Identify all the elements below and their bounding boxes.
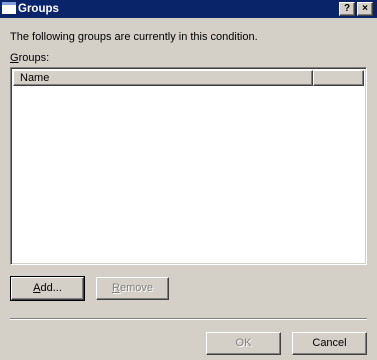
list-header: Name bbox=[13, 70, 364, 86]
intro-text: The following groups are currently in th… bbox=[10, 31, 258, 43]
groups-label: Groups: bbox=[10, 52, 49, 65]
title-bar[interactable]: Groups ? × bbox=[0, 0, 377, 18]
remove-button-rest: emove bbox=[119, 282, 153, 294]
groups-label-rest: roups: bbox=[18, 52, 50, 64]
column-header-empty[interactable] bbox=[313, 70, 364, 86]
add-button[interactable]: Add... bbox=[10, 276, 85, 301]
remove-button-mnemonic: R bbox=[112, 282, 120, 294]
separator bbox=[10, 318, 367, 320]
groups-label-mnemonic: G bbox=[10, 52, 19, 64]
help-button[interactable]: ? bbox=[339, 2, 355, 16]
ok-button[interactable]: OK bbox=[206, 332, 281, 355]
remove-button[interactable]: Remove bbox=[96, 277, 169, 300]
column-header-name[interactable]: Name bbox=[13, 70, 313, 86]
groups-list[interactable]: Name bbox=[10, 67, 367, 265]
add-button-rest: dd... bbox=[40, 282, 62, 294]
close-button[interactable]: × bbox=[357, 2, 373, 16]
cancel-button[interactable]: Cancel bbox=[292, 332, 367, 355]
window-icon bbox=[2, 2, 16, 14]
window-title: Groups bbox=[18, 3, 59, 15]
